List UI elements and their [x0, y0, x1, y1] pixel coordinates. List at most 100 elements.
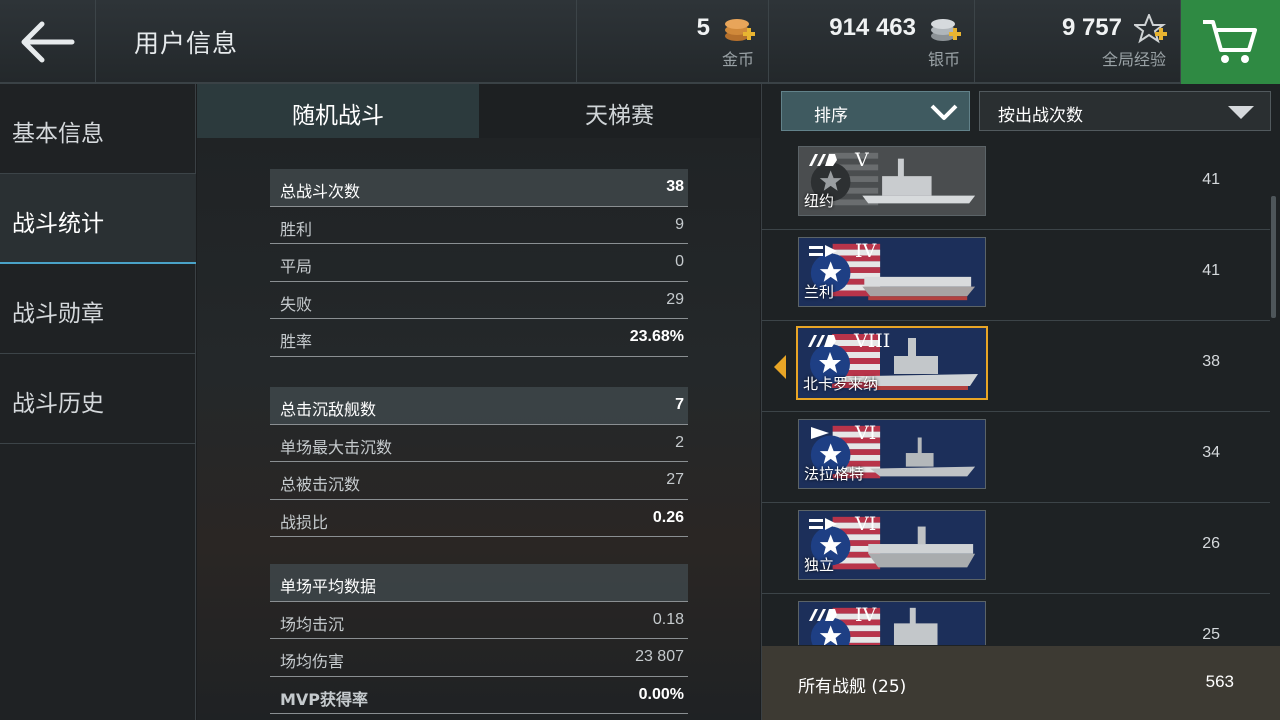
- sidebar-item-battle-history[interactable]: 战斗历史: [0, 354, 196, 444]
- silver-coins-icon: [931, 19, 961, 41]
- ship-tier: VIII: [854, 330, 891, 352]
- ship-battle-count: 25: [1202, 626, 1220, 643]
- selection-arrow-icon: [774, 355, 786, 379]
- stat-label: 单场最大击沉数: [280, 437, 393, 457]
- stat-row: 胜率 23.68%: [270, 319, 688, 357]
- gold-currency[interactable]: 5 金币: [576, 0, 768, 84]
- page-title: 用户信息: [134, 29, 239, 58]
- ship-card[interactable]: VI 独立: [798, 510, 986, 580]
- stat-label: 战损比: [280, 512, 329, 532]
- ship-battle-count: 26: [1202, 535, 1220, 552]
- back-button[interactable]: [0, 0, 96, 84]
- ship-tier: V: [855, 149, 869, 171]
- ships-total-bar: 所有战舰 (25) 563: [762, 646, 1280, 720]
- battleship-class-icon: [809, 154, 837, 166]
- top-bar: 用户信息 5 金币 914 463 银币 9 757 全局经验: [0, 0, 1280, 84]
- xp-currency[interactable]: 9 757 全局经验: [974, 0, 1180, 84]
- stat-value: 0.18: [652, 610, 684, 628]
- shop-cart-button[interactable]: [1180, 0, 1280, 84]
- stat-label: 总被击沉数: [280, 475, 361, 494]
- stat-value: 29: [666, 290, 684, 308]
- stat-row: 单场平均数据: [270, 564, 688, 602]
- sort-button[interactable]: 排序: [781, 91, 970, 131]
- stat-label: 胜利: [280, 219, 313, 239]
- sidebar-item-battle-medals[interactable]: 战斗勋章: [0, 264, 196, 354]
- ship-row[interactable]: IV 25: [762, 594, 1270, 645]
- stat-value: 23.68%: [629, 328, 684, 345]
- stats-group-averages: 单场平均数据 场均击沉 0.18 场均伤害 23 807 MVP获得率 0.00%: [270, 564, 688, 714]
- ship-tier: IV: [855, 240, 877, 262]
- ship-row[interactable]: V 纽约 41: [762, 139, 1270, 230]
- all-ships-label: 所有战舰 (25): [798, 677, 907, 697]
- tab-ranked[interactable]: 天梯赛: [479, 84, 760, 138]
- ship-card[interactable]: IV 兰利: [798, 237, 986, 307]
- star-xp-icon: [1134, 14, 1167, 44]
- ship-row-selected[interactable]: VIII 北卡罗来纳 38: [762, 321, 1270, 412]
- stat-value: 2: [675, 433, 684, 451]
- stat-label: 场均伤害: [280, 652, 345, 671]
- ship-name: 纽约: [804, 192, 835, 210]
- stat-row: 总击沉敌舰数 7: [270, 387, 688, 425]
- sidebar-nav: 基本信息 战斗统计 战斗勋章 战斗历史: [0, 84, 196, 720]
- gold-label: 金币: [721, 50, 754, 69]
- sort-button-label: 排序: [814, 106, 848, 126]
- ship-battle-count: 38: [1202, 353, 1220, 370]
- sort-order-value: 按出战次数: [998, 106, 1083, 126]
- stat-value: 0.26: [652, 508, 684, 526]
- all-ships-total: 563: [1205, 672, 1234, 691]
- stat-label: 总击沉敌舰数: [280, 400, 377, 419]
- xp-label: 全局经验: [1101, 50, 1166, 69]
- battleship-class-icon: [808, 335, 836, 347]
- xp-amount: 9 757: [1061, 14, 1122, 41]
- ship-name: 法拉格特: [804, 465, 865, 483]
- stat-row: 总战斗次数 38: [270, 169, 688, 207]
- stat-row: 单场最大击沉数 2: [270, 425, 688, 462]
- stat-label: 胜率: [280, 332, 313, 351]
- ship-card[interactable]: IV: [798, 601, 986, 645]
- gold-coins-icon: [725, 19, 755, 41]
- ship-name: 北卡罗来纳: [803, 375, 879, 393]
- ship-card[interactable]: V 纽约: [798, 146, 986, 216]
- ship-list: V 纽约 41 IV 兰利 41 VIII 北卡罗来纳 38 VI 法拉格特 3…: [762, 139, 1270, 645]
- ship-battle-count: 41: [1202, 262, 1220, 279]
- stat-label: 总战斗次数: [280, 182, 361, 201]
- stat-value: 38: [666, 178, 684, 195]
- stat-row: 场均伤害 23 807: [270, 639, 688, 677]
- cart-icon: [1203, 20, 1257, 63]
- stat-value: 23 807: [635, 648, 684, 665]
- mode-tabs: 随机战斗 天梯赛: [197, 84, 760, 138]
- ship-row[interactable]: VI 独立 26: [762, 503, 1270, 594]
- ship-card[interactable]: VIII 北卡罗来纳: [796, 326, 988, 400]
- tab-random-battle[interactable]: 随机战斗: [197, 84, 479, 138]
- stat-row: MVP获得率 0.00%: [270, 677, 688, 714]
- stat-label: 场均击沉: [280, 614, 345, 634]
- stat-value: 7: [675, 396, 684, 413]
- stats-group-kills: 总击沉敌舰数 7 单场最大击沉数 2 总被击沉数 27 战损比 0.26: [270, 387, 688, 537]
- ship-tier: IV: [855, 604, 877, 626]
- ship-row[interactable]: VI 法拉格特 34: [762, 412, 1270, 503]
- ship-battle-count: 34: [1202, 444, 1220, 461]
- stat-label: 平局: [280, 257, 313, 276]
- ship-list-scrollbar[interactable]: [1271, 196, 1276, 318]
- ship-tier: VI: [855, 513, 877, 535]
- sidebar-item-basic-info[interactable]: 基本信息: [0, 84, 196, 174]
- stat-row: 战损比 0.26: [270, 500, 688, 537]
- stat-value: 27: [666, 471, 684, 488]
- ship-battle-count: 41: [1202, 171, 1220, 188]
- ship-card[interactable]: VI 法拉格特: [798, 419, 986, 489]
- ship-name: 独立: [804, 556, 835, 574]
- sort-order-select[interactable]: 按出战次数: [979, 91, 1271, 131]
- stats-group-battles: 总战斗次数 38 胜利 9 平局 0 失败 29 胜率 23.68%: [270, 169, 688, 357]
- back-arrow-icon: [21, 21, 75, 63]
- ship-row[interactable]: IV 兰利 41: [762, 230, 1270, 321]
- silver-currency[interactable]: 914 463 银币: [768, 0, 974, 84]
- silver-label: 银币: [927, 50, 960, 69]
- carrier-class-icon: [809, 245, 837, 257]
- stat-value: 9: [675, 215, 684, 233]
- stat-row: 总被击沉数 27: [270, 462, 688, 500]
- stat-label: MVP获得率: [280, 689, 369, 709]
- dropdown-triangle-icon: [1228, 106, 1254, 119]
- sidebar-item-battle-stats[interactable]: 战斗统计: [0, 174, 196, 264]
- ship-name: 兰利: [804, 283, 835, 301]
- chevron-down-icon: [930, 104, 958, 120]
